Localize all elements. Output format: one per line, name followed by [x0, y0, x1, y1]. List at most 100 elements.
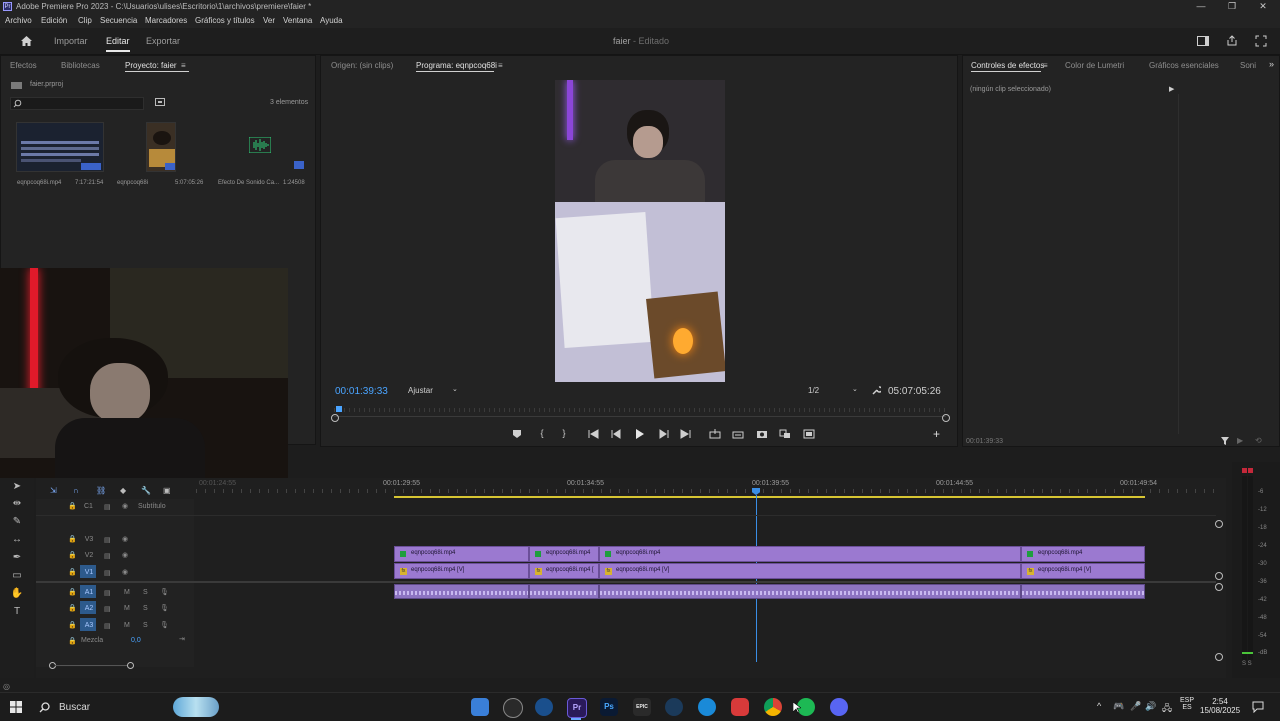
eye-icon[interactable]: ◉ — [122, 502, 128, 510]
sync-lock-icon[interactable]: ▤ — [104, 622, 111, 630]
fit-select[interactable]: Ajustar ⌄ — [400, 385, 462, 397]
work-area-bar[interactable] — [394, 496, 1145, 498]
eye-icon[interactable]: ◉ — [122, 551, 128, 559]
mark-in-icon[interactable]: { — [535, 428, 549, 440]
tab-editar[interactable]: Editar — [106, 36, 130, 52]
resolution-select[interactable]: 1/2 ⌄ — [801, 385, 861, 397]
loop-icon[interactable]: ⟲ — [1255, 436, 1262, 445]
add-button-icon[interactable]: + — [933, 427, 940, 441]
timeline-clip-a1[interactable] — [394, 584, 529, 599]
gamepad-icon[interactable]: 🎮 — [1113, 701, 1124, 712]
microphone-icon[interactable]: 🎙 — [160, 604, 169, 612]
timeline-settings-icon[interactable]: 🔧 — [141, 486, 151, 495]
type-tool-icon[interactable]: T — [9, 606, 25, 620]
more-tabs-icon[interactable]: » — [1269, 59, 1274, 69]
opera-gx-icon[interactable] — [731, 698, 749, 716]
photoshop-taskbar-icon[interactable]: Ps — [600, 698, 618, 716]
program-timecode[interactable]: 00:01:39:33 — [335, 386, 388, 397]
pen-tool-icon[interactable]: ✒ — [9, 552, 25, 566]
go-to-out-icon[interactable] — [680, 429, 691, 439]
track-a2-label[interactable]: A2 — [82, 605, 96, 612]
snap-icon[interactable]: ∩ — [73, 486, 79, 495]
close-button[interactable]: ✕ — [1248, 1, 1278, 12]
selection-tool-icon[interactable]: ➤ — [9, 481, 25, 495]
menu-edicion[interactable]: Edición — [41, 16, 67, 25]
tab-proyecto[interactable]: Proyecto: faier — [125, 61, 177, 70]
tab-controles-efectos[interactable]: Controles de efectos — [971, 61, 1044, 70]
track-a3-label[interactable]: A3 — [82, 622, 96, 629]
timeline-clip-a1[interactable] — [599, 584, 1021, 599]
wrench-icon[interactable] — [871, 385, 881, 395]
taskbar-search[interactable]: Buscar — [33, 696, 223, 718]
solo-a1-button[interactable]: S — [143, 589, 148, 596]
meter-solo-buttons[interactable]: S S — [1242, 661, 1252, 667]
timeline-clip-v1[interactable]: fx eqnpcoq68i.mp4 [V] — [1021, 563, 1145, 579]
menu-clip[interactable]: Clip — [78, 16, 92, 25]
sync-lock-icon[interactable]: ▤ — [104, 605, 111, 613]
camera-icon[interactable] — [756, 429, 768, 439]
zoom-handle-right[interactable] — [942, 414, 950, 422]
fullscreen-icon[interactable] — [1255, 35, 1267, 47]
home-icon[interactable] — [20, 35, 33, 47]
lock-icon[interactable]: 🔒 — [68, 604, 77, 612]
captions-icon[interactable]: ▣ — [163, 486, 171, 495]
vr-view-icon[interactable] — [803, 429, 815, 439]
vertical-zoom-handle[interactable] — [1215, 520, 1223, 528]
extract-icon[interactable] — [732, 429, 744, 439]
premiere-taskbar-icon[interactable]: Pr — [567, 698, 587, 718]
eye-icon[interactable]: ◉ — [122, 535, 128, 543]
microphone-tray-icon[interactable]: 🎤 — [1130, 701, 1141, 712]
sync-lock-icon[interactable]: ▤ — [104, 569, 111, 577]
nest-toggle-icon[interactable]: ⇲ — [50, 486, 57, 495]
program-playhead[interactable] — [336, 406, 342, 412]
vertical-zoom-handle[interactable] — [1215, 583, 1223, 591]
add-marker-timeline-icon[interactable]: ◆ — [120, 486, 126, 495]
menu-graficos[interactable]: Gráficos y títulos — [195, 16, 255, 25]
timeline-clip-a1[interactable] — [1021, 584, 1145, 599]
effect-controls-menu-icon[interactable]: ≡ — [1043, 61, 1048, 70]
lift-icon[interactable] — [709, 429, 721, 439]
menu-ayuda[interactable]: Ayuda — [320, 16, 343, 25]
track-v2-label[interactable]: V2 — [82, 552, 96, 559]
timeline-clip-v2[interactable]: eqnpcoq68i.mp4 — [529, 546, 599, 562]
language-indicator[interactable]: ESP ES — [1178, 697, 1196, 711]
obs-icon[interactable] — [503, 698, 523, 718]
file-explorer-icon[interactable] — [471, 698, 489, 716]
track-v1-label[interactable]: V1 — [82, 569, 96, 576]
project-search-input[interactable] — [10, 97, 144, 110]
menu-secuencia[interactable]: Secuencia — [100, 16, 137, 25]
menu-marcadores[interactable]: Marcadores — [145, 16, 187, 25]
step-forward-icon[interactable] — [658, 429, 669, 439]
track-v3-label[interactable]: V3 — [82, 536, 96, 543]
new-bin-icon[interactable] — [155, 97, 165, 106]
lock-icon[interactable]: 🔒 — [68, 535, 77, 543]
capcut-icon[interactable] — [535, 698, 553, 716]
tab-bibliotecas[interactable]: Bibliotecas — [61, 61, 100, 70]
microphone-icon[interactable]: 🎙 — [160, 621, 169, 629]
mark-out-icon[interactable]: } — [557, 428, 571, 440]
vertical-zoom-handle[interactable] — [1215, 572, 1223, 580]
menu-ventana[interactable]: Ventana — [283, 16, 312, 25]
share-icon[interactable] — [1226, 35, 1238, 46]
timeline-clip-v1[interactable]: fx eqnpcoq68i.mp4 [ — [529, 563, 599, 579]
tab-efectos[interactable]: Efectos — [10, 61, 37, 70]
zoom-handle-left[interactable] — [331, 414, 339, 422]
timeline-clip-v2[interactable]: eqnpcoq68i.mp4 — [599, 546, 1021, 562]
compare-view-icon[interactable] — [779, 429, 791, 439]
tray-overflow-icon[interactable]: ^ — [1097, 701, 1101, 711]
tab-origen[interactable]: Origen: (sin clips) — [331, 61, 393, 70]
sync-lock-icon[interactable]: ▤ — [104, 503, 111, 511]
restore-button[interactable]: ❐ — [1217, 1, 1247, 12]
program-menu-icon[interactable]: ≡ — [498, 61, 503, 70]
chrome-icon[interactable] — [764, 698, 782, 716]
play-icon[interactable] — [634, 428, 645, 440]
play-audio-icon[interactable]: ▶ — [1237, 436, 1243, 445]
slip-tool-icon[interactable]: ↔ — [9, 534, 25, 548]
windows-start-icon[interactable] — [10, 701, 22, 713]
expand-arrow-icon[interactable]: ▶ — [1169, 85, 1174, 93]
solo-a2-button[interactable]: S — [143, 605, 148, 612]
track-select-tool-icon[interactable]: ⇹ — [9, 498, 25, 512]
solo-a3-button[interactable]: S — [143, 622, 148, 629]
step-back-icon[interactable] — [611, 429, 622, 439]
razor-tool-icon[interactable]: ✎ — [9, 516, 25, 530]
